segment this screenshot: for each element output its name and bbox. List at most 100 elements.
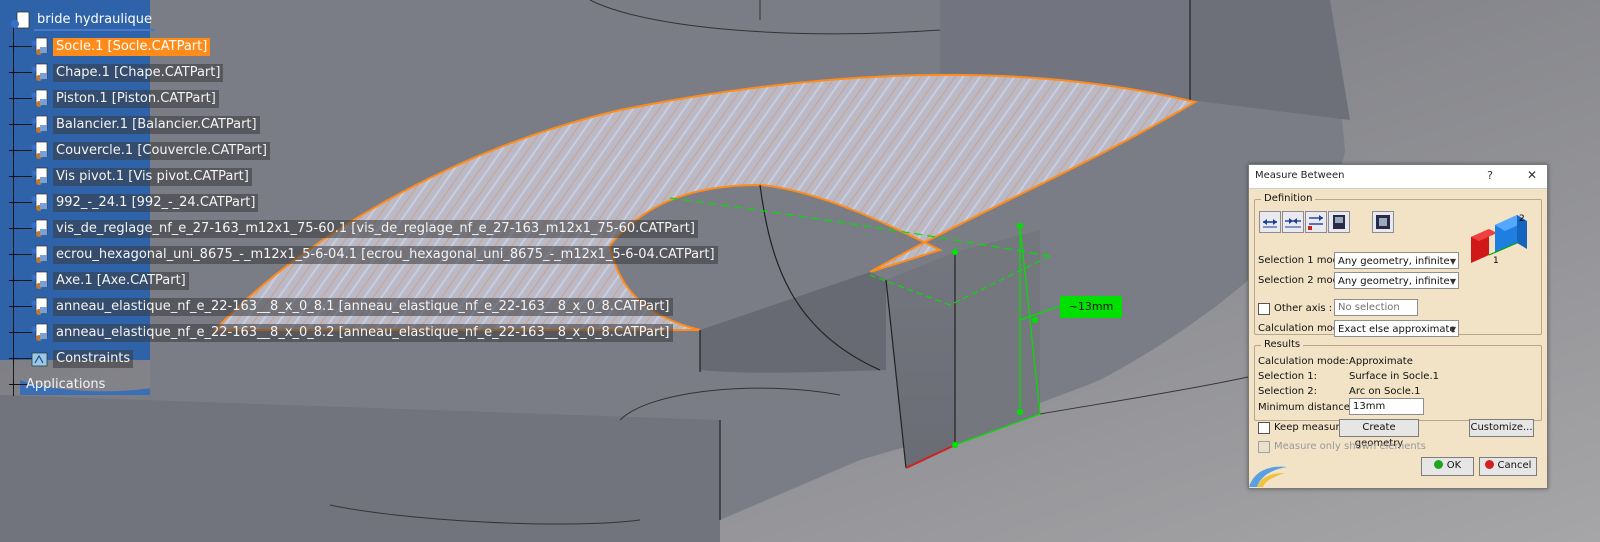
expand-icon[interactable] [9, 120, 18, 129]
result-calc-mode-value: Approximate [1349, 356, 1413, 367]
ok-icon [1433, 460, 1443, 469]
ok-button[interactable]: OK [1421, 457, 1474, 476]
tree-item-label[interactable]: Vis pivot.1 [Vis pivot.CATPart] [53, 168, 252, 186]
cancel-button[interactable]: Cancel [1479, 457, 1537, 476]
result-selection2-label: Selection 2: [1258, 386, 1317, 397]
part-lower-face [0, 395, 720, 542]
result-selection1-label: Selection 1: [1258, 371, 1317, 382]
chevron-down-icon: ▼ [1449, 325, 1456, 334]
calculation-mode-combo[interactable]: Exact else approximate ▼ [1334, 320, 1459, 337]
tree-item[interactable]: 992_-_24.1 [992_-_24.CATPart] [0, 193, 700, 213]
tree-item[interactable]: anneau_elastique_nf_e_22-163__8_x_0_8.1 … [0, 297, 700, 317]
result-calc-mode-label: Calculation mode: [1258, 356, 1349, 367]
part-icon [31, 193, 48, 211]
selection1-mode-value: Any geometry, infinite [1338, 256, 1450, 267]
part-icon [31, 271, 48, 289]
expand-icon[interactable] [9, 94, 18, 103]
tree-item-label[interactable]: ecrou_hexagonal_uni_8675_-_m12x1_5-6-04.… [53, 246, 718, 264]
tree-item[interactable]: Applications [0, 375, 700, 395]
expand-icon[interactable] [9, 250, 18, 259]
tree-item[interactable]: Chape.1 [Chape.CATPart] [0, 63, 700, 83]
close-button[interactable]: ✕ [1527, 168, 1537, 182]
other-axis-label: Other axis : [1274, 303, 1333, 314]
tree-item-label[interactable]: Balancier.1 [Balancier.CATPart] [53, 116, 260, 134]
part-icon [31, 141, 48, 159]
expand-icon[interactable] [9, 68, 18, 77]
create-geometry-button[interactable]: Create geometry [1339, 419, 1419, 449]
result-selection1-value: Surface in Socle.1 [1349, 371, 1440, 382]
measure-fan-icon[interactable] [1305, 211, 1327, 233]
tree-item[interactable]: Piston.1 [Piston.CATPart] [0, 89, 700, 109]
customize-button[interactable]: Customize... [1469, 419, 1534, 437]
part-icon [31, 323, 48, 341]
expand-icon[interactable] [9, 302, 18, 311]
tree-root-label[interactable]: bride hydraulique [34, 11, 156, 31]
minimum-distance-field[interactable]: 13mm [1349, 398, 1424, 415]
expand-icon[interactable] [9, 354, 18, 363]
tree-item-label[interactable]: anneau_elastique_nf_e_22-163__8_x_0_8.2 … [53, 324, 673, 342]
tree-item-label[interactable]: Axe.1 [Axe.CATPart] [53, 272, 189, 290]
part-icon [31, 89, 48, 107]
expand-icon[interactable] [9, 380, 18, 389]
expand-icon[interactable] [9, 172, 18, 181]
minimum-distance-label: Minimum distance: [1258, 402, 1354, 413]
tree-item[interactable]: Vis pivot.1 [Vis pivot.CATPart] [0, 167, 700, 187]
expand-icon[interactable] [9, 198, 18, 207]
expand-icon[interactable] [9, 42, 18, 51]
tree-item-label[interactable]: Chape.1 [Chape.CATPart] [53, 64, 224, 82]
tree-item-label[interactable]: 992_-_24.1 [992_-_24.CATPart] [53, 194, 259, 212]
measure-between-icon[interactable] [1259, 211, 1281, 233]
tree-item-label[interactable]: Socle.1 [Socle.CATPart] [53, 38, 211, 56]
svg-text:1: 1 [1493, 256, 1499, 266]
expand-icon[interactable] [9, 224, 18, 233]
tree-item[interactable]: Couvercle.1 [Couvercle.CATPart] [0, 141, 700, 161]
tree-item-label[interactable]: Applications [26, 376, 105, 394]
measure-chain-icon[interactable] [1282, 211, 1304, 233]
tree-item-label[interactable]: vis_de_reglage_nf_e_27-163_m12x1_75-60.1… [53, 220, 698, 238]
measure-thickness-icon[interactable] [1372, 211, 1394, 233]
expand-icon[interactable] [9, 328, 18, 337]
constraints-icon [31, 352, 48, 367]
part-icon [31, 297, 48, 315]
expand-icon[interactable] [9, 146, 18, 155]
selection2-mode-value: Any geometry, infinite [1338, 276, 1450, 287]
keep-measure-checkbox[interactable] [1258, 422, 1270, 434]
tree-item[interactable]: Balancier.1 [Balancier.CATPart] [0, 115, 700, 135]
tree-item[interactable]: anneau_elastique_nf_e_22-163__8_x_0_8.2 … [0, 323, 700, 343]
tree-item[interactable]: ecrou_hexagonal_uni_8675_-_m12x1_5-6-04.… [0, 245, 718, 265]
tree-item-label[interactable]: Constraints [53, 350, 134, 368]
measure-preview-icon: 2 1 [1471, 214, 1527, 266]
expand-icon[interactable] [9, 276, 18, 285]
help-button[interactable]: ? [1487, 169, 1493, 182]
tree-item-label[interactable]: Couvercle.1 [Couvercle.CATPart] [53, 142, 270, 160]
svg-text:2: 2 [1519, 214, 1525, 224]
chevron-down-icon: ▼ [1449, 257, 1456, 266]
other-axis-field[interactable]: No selection [1334, 299, 1418, 316]
part-icon [31, 115, 48, 133]
tree-item-label[interactable]: Piston.1 [Piston.CATPart] [53, 90, 219, 108]
keep-measure-label: Keep measure [1274, 422, 1346, 433]
calculation-mode-value: Exact else approximate [1338, 324, 1456, 335]
tree-item[interactable]: vis_de_reglage_nf_e_27-163_m12x1_75-60.1… [0, 219, 700, 239]
measure-item-icon[interactable] [1328, 211, 1350, 233]
definition-title: Definition [1261, 193, 1316, 204]
tree-item[interactable]: Constraints [0, 349, 700, 369]
other-axis-checkbox[interactable] [1258, 303, 1270, 315]
measure-only-shown-label: Measure only shown elements [1274, 441, 1426, 452]
pocket-side-face [955, 230, 1040, 445]
results-title: Results [1261, 339, 1304, 350]
measure-between-dialog: Measure Between ? ✕ Definition 2 1 Selec… [1248, 164, 1548, 489]
catia-logo-icon [1249, 466, 1287, 487]
tree-item-label[interactable]: anneau_elastique_nf_e_22-163__8_x_0_8.1 … [53, 298, 673, 316]
dialog-titlebar[interactable]: Measure Between ? ✕ [1249, 165, 1547, 189]
selection2-mode-combo[interactable]: Any geometry, infinite ▼ [1334, 272, 1459, 289]
tree-item[interactable]: Axe.1 [Axe.CATPart] [0, 271, 700, 291]
ok-label: OK [1446, 460, 1462, 471]
part-icon [31, 63, 48, 81]
cancel-label: Cancel [1497, 460, 1532, 471]
part-icon [31, 37, 48, 55]
selection1-mode-combo[interactable]: Any geometry, infinite ▼ [1334, 252, 1459, 269]
tree-item[interactable]: Socle.1 [Socle.CATPart] [0, 37, 700, 57]
part-right-wall [1190, 0, 1350, 120]
measure-only-shown-checkbox[interactable] [1258, 441, 1270, 453]
